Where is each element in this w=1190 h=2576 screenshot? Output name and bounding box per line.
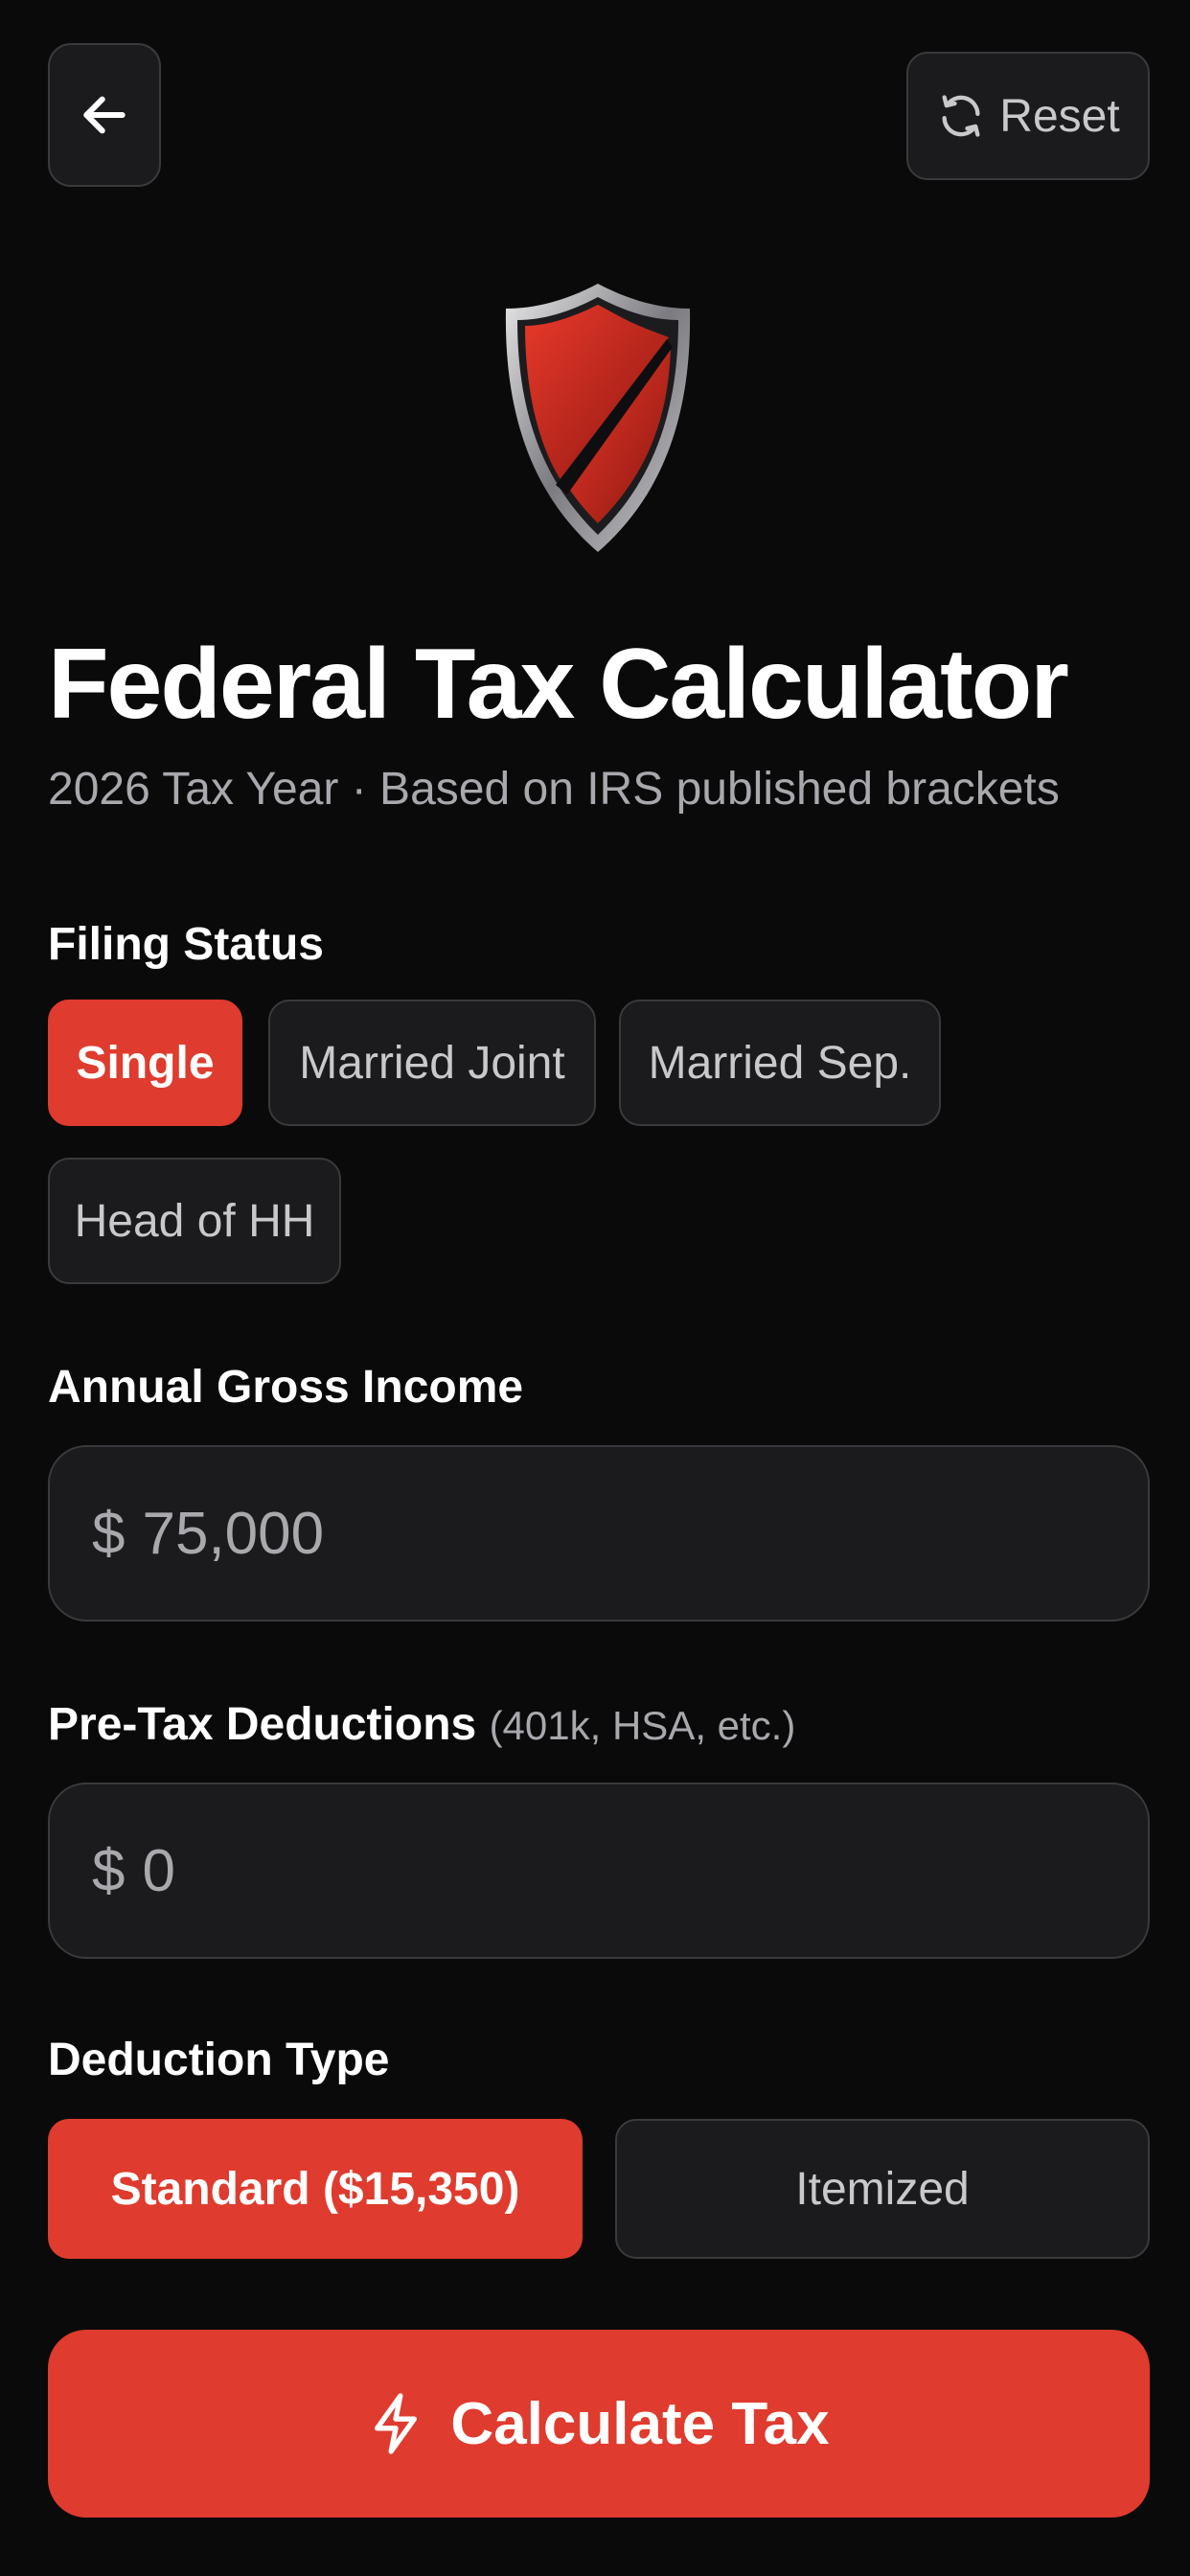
filing-status-married-joint[interactable]: Married Joint [268,1000,596,1126]
reset-label: Reset [999,90,1120,142]
currency-symbol: $ [92,1837,126,1904]
gross-income-value: 75,000 [142,1500,325,1567]
pretax-label-text: Pre-Tax Deductions [48,1699,477,1750]
segment-label: Standard ($15,350) [110,2163,520,2215]
gross-income-field[interactable]: $ 75,000 [48,1445,1150,1622]
calculate-tax-button[interactable]: Calculate Tax [48,2330,1150,2518]
page-subtitle: 2026 Tax Year · Based on IRS published b… [48,764,1060,815]
chip-label: Married Sep. [648,1037,912,1089]
filing-status-single[interactable]: Single [48,1000,242,1126]
deduction-type-label: Deduction Type [48,2035,390,2085]
pretax-deductions-value: 0 [142,1837,175,1904]
filing-status-head-of-household[interactable]: Head of HH [48,1158,341,1284]
reset-button[interactable]: Reset [906,52,1150,180]
refresh-icon [942,95,980,137]
deduction-itemized-button[interactable]: Itemized [615,2119,1150,2259]
shield-icon [498,280,698,556]
page-title: Federal Tax Calculator [48,629,1069,740]
pretax-deductions-label: Pre-Tax Deductions (401k, HSA, etc.) [48,1698,795,1751]
calculate-tax-label: Calculate Tax [450,2390,830,2457]
chip-label: Head of HH [74,1195,315,1247]
deduction-standard-button[interactable]: Standard ($15,350) [48,2119,583,2259]
arrow-left-icon [83,96,126,134]
pretax-deductions-field[interactable]: $ 0 [48,1782,1150,1959]
pretax-hint: (401k, HSA, etc.) [489,1703,796,1748]
filing-status-married-sep[interactable]: Married Sep. [619,1000,941,1126]
gross-income-label: Annual Gross Income [48,1362,524,1413]
segment-label: Itemized [795,2163,970,2215]
chip-label: Single [76,1037,215,1089]
lightning-icon [375,2393,418,2454]
currency-symbol: $ [92,1500,126,1567]
back-button[interactable] [48,43,161,187]
chip-label: Married Joint [299,1037,565,1089]
filing-status-label: Filing Status [48,919,324,970]
